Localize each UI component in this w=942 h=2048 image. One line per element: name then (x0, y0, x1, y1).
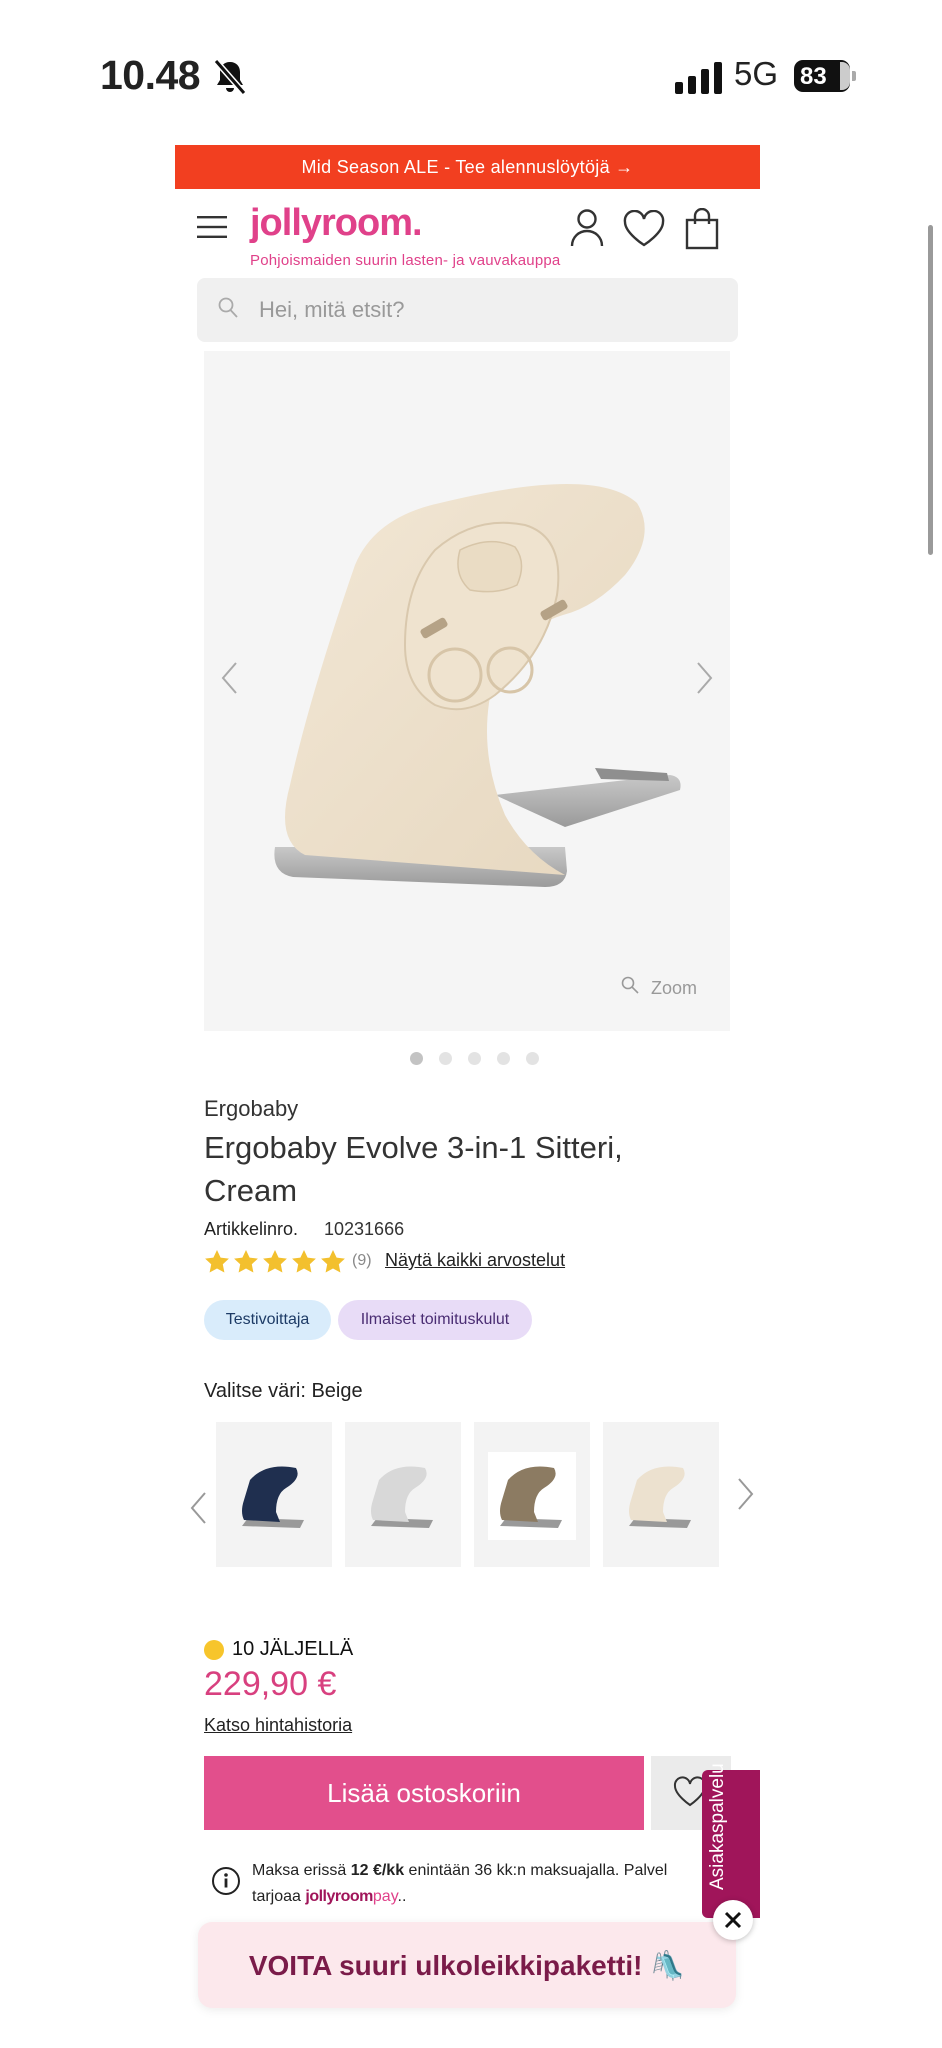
user-icon[interactable] (570, 208, 604, 248)
price-history-link[interactable]: Katso hintahistoria (204, 1715, 352, 1736)
battery-level: 83 (800, 63, 827, 90)
rating-stars-icon (205, 1250, 345, 1273)
status-time: 10.48 (100, 52, 201, 98)
add-to-cart-button[interactable]: Lisää ostoskoriin (204, 1756, 644, 1830)
show-all-reviews-link[interactable]: Näytä kaikki arvostelut (385, 1250, 565, 1271)
zoom-label[interactable]: Zoom (651, 978, 697, 999)
color-swatch-brown[interactable] (474, 1422, 590, 1567)
stock-status: 10 JÄLJELLÄ (232, 1638, 354, 1660)
bouncer-thumbnail-icon (488, 1452, 576, 1540)
contest-banner-text[interactable]: VOITA suuri ulkoleikkipaketti! 🛝 (198, 1922, 736, 2008)
search-icon (218, 297, 238, 318)
article-number-label: Artikkelinro. (204, 1219, 299, 1239)
gallery-dot[interactable] (410, 1052, 423, 1065)
product-title: Ergobaby Evolve 3-in-1 Sitteri, Cream (204, 1130, 623, 1208)
info-icon (212, 1867, 240, 1895)
customer-service-label[interactable]: Asiakaspalvelu (707, 1750, 737, 1890)
product-image[interactable] (265, 455, 715, 905)
scrollbar[interactable] (928, 225, 933, 555)
signal-icon (675, 62, 722, 94)
search-input[interactable] (259, 282, 719, 338)
gallery-dot[interactable] (439, 1052, 452, 1065)
color-next-icon[interactable] (734, 1476, 756, 1512)
bouncer-thumbnail-icon (242, 1466, 304, 1528)
article-number: 10231666 (324, 1219, 405, 1239)
product-price: 229,90 € (204, 1665, 337, 1703)
gallery-dot[interactable] (526, 1052, 539, 1065)
brand-logo[interactable]: jollyroom. (250, 202, 423, 245)
shopping-bag-icon[interactable] (685, 208, 719, 250)
stock-indicator-icon (204, 1640, 224, 1660)
color-swatch-navy[interactable] (216, 1422, 332, 1567)
bell-muted-icon (213, 59, 247, 95)
bouncer-thumbnail-icon (371, 1466, 433, 1528)
brand-tagline: Pohjoismaiden suurin lasten- ja vauvakau… (250, 252, 561, 269)
gallery-prev-icon[interactable] (218, 660, 242, 696)
promo-banner[interactable]: Mid Season ALE - Tee alennuslöytöjä → (175, 145, 760, 189)
payment-provider-info: tarjoaa jollyroompay.. (252, 1888, 407, 1905)
badge-free-shipping: Ilmaiset toimituskulut (338, 1300, 532, 1340)
installment-info: Maksa erissä 12 €/kk enintään 36 kk:n ma… (252, 1862, 668, 1879)
color-prev-icon[interactable] (188, 1490, 210, 1526)
product-brand[interactable]: Ergobaby (204, 1096, 298, 1122)
gallery-dot[interactable] (468, 1052, 481, 1065)
gallery-dot[interactable] (497, 1052, 510, 1065)
heart-icon[interactable] (622, 210, 666, 248)
gallery-next-icon[interactable] (692, 660, 716, 696)
color-swatch-beige[interactable] (603, 1422, 719, 1567)
zoom-icon[interactable] (620, 975, 640, 995)
network-type: 5G (734, 55, 779, 92)
battery-icon: 83 (794, 60, 856, 92)
badge-test-winner: Testivoittaja (204, 1300, 331, 1340)
menu-icon[interactable] (197, 215, 227, 239)
close-icon (724, 1911, 742, 1929)
color-selector-label: Valitse väri: Beige (204, 1380, 363, 1402)
bouncer-thumbnail-icon (629, 1466, 691, 1528)
jollyroompay-logo: jollyroom (305, 1888, 373, 1905)
review-count: (9) (352, 1252, 372, 1269)
color-swatch-grey[interactable] (345, 1422, 461, 1567)
